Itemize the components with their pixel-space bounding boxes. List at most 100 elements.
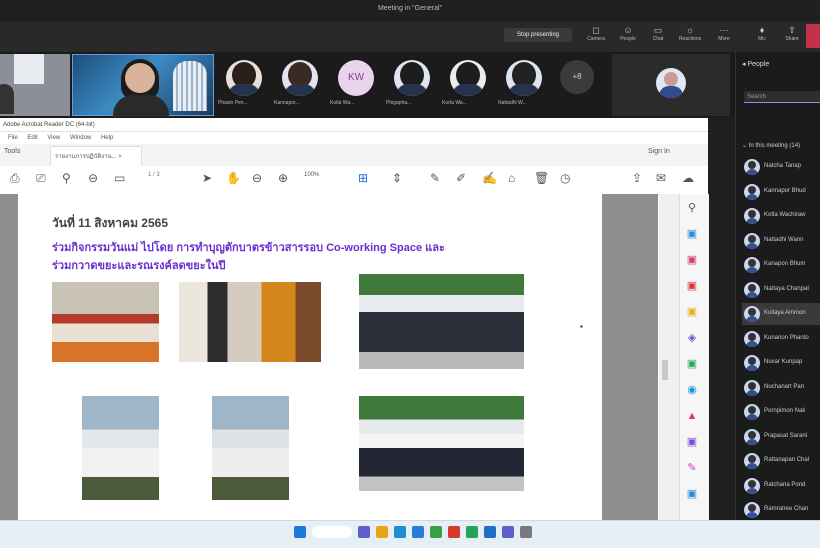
export-pdf-icon[interactable]: ▣	[684, 226, 700, 242]
zoom-out-icon[interactable]: ⊖	[88, 170, 98, 186]
people-list-item[interactable]: Nattadhi Wann	[742, 230, 820, 252]
menu-edit[interactable]: Edit	[27, 135, 37, 141]
people-list-item[interactable]: Prapasat Sarani	[742, 426, 820, 448]
video-tile-presenter[interactable]	[72, 54, 214, 117]
document-caption-line1: ร่วมกิจกรรมวันแม่ ไปโดย การทำบุญตักบาตรข…	[52, 242, 445, 254]
teams-icon[interactable]	[358, 526, 370, 538]
participant-tile[interactable]: Nattadhi W...	[498, 56, 550, 114]
people-list-item[interactable]: Ratchana Pond	[742, 475, 820, 497]
taskbar-search[interactable]	[312, 526, 352, 538]
email-icon[interactable]: ✉	[656, 170, 666, 186]
vertical-scrollbar[interactable]	[659, 194, 679, 520]
fill-tool-icon[interactable]: ✎	[684, 460, 700, 476]
zoom-minus-icon[interactable]: ⊖	[252, 170, 262, 186]
people-button[interactable]: ☺ People	[614, 24, 642, 50]
avatar-shoulders	[746, 414, 758, 420]
zoom-plus-icon[interactable]: ⊕	[278, 170, 288, 186]
people-list-item[interactable]: Rattanapan Chal	[742, 450, 820, 472]
self-view-tile[interactable]	[612, 54, 730, 116]
highlight-icon[interactable]: ✐	[456, 170, 466, 186]
participant-tile[interactable]: Phasin Pen...	[218, 56, 270, 114]
people-list-item[interactable]: Nattaya Chanpat	[742, 279, 820, 301]
more-participants-button[interactable]: +8	[560, 60, 594, 94]
avatar	[744, 159, 760, 175]
people-list-item[interactable]: Nuchanart Pan	[742, 377, 820, 399]
menu-view[interactable]: View	[47, 135, 60, 141]
more-tools-icon[interactable]: ▣	[684, 486, 700, 502]
sound-icon[interactable]: ◷	[560, 170, 570, 186]
people-list-item[interactable]: Kotla Wachiraw	[742, 205, 820, 227]
photo-group-assembly	[359, 396, 524, 491]
people-list-item[interactable]: Pornpimon Nak	[742, 401, 820, 423]
people-list-item[interactable]: Ramratree Chan	[742, 499, 820, 521]
people-list-item[interactable]: Nuvar Kunpap	[742, 352, 820, 374]
people-list-item[interactable]: Natcha Tanap	[742, 156, 820, 178]
edit-pdf-icon[interactable]: ▣	[684, 278, 700, 294]
participant-tile[interactable]: Phigapha...	[386, 56, 438, 114]
acrobat-icon[interactable]	[448, 526, 460, 538]
camera-button[interactable]: ◻ Camera	[582, 24, 610, 50]
store-icon[interactable]	[412, 526, 424, 538]
chat-button[interactable]: ▭ Chat	[644, 24, 672, 50]
page-icon[interactable]: ▭	[114, 170, 125, 186]
participant-tile[interactable]: Kannapor...	[274, 56, 326, 114]
comment-icon[interactable]: ✎	[430, 170, 440, 186]
people-list-item[interactable]: Kannapor Bhud	[742, 181, 820, 203]
reactions-button[interactable]: ☼ Reactions	[676, 24, 704, 50]
self-avatar	[656, 68, 686, 98]
redact-icon[interactable]: ▲	[684, 408, 700, 424]
menu-help[interactable]: Help	[101, 135, 113, 141]
compress-icon[interactable]: ◉	[684, 382, 700, 398]
fit-page-icon[interactable]: ⊞	[358, 170, 368, 186]
people-search-input[interactable]: Search	[744, 91, 820, 103]
fill-sign-icon[interactable]: ✍	[482, 170, 497, 186]
mic-button[interactable]: ♦ Mic	[748, 24, 776, 50]
stop-presenting-button[interactable]: Stop presenting	[504, 28, 572, 42]
people-list-item[interactable]: Kunanon Phanto	[742, 328, 820, 350]
share-doc-icon[interactable]: ⇪	[632, 170, 642, 186]
word-icon[interactable]	[484, 526, 496, 538]
comment-tool-icon[interactable]: ▣	[684, 304, 700, 320]
avatar-head	[748, 308, 756, 316]
reactions-label: Reactions	[678, 36, 702, 42]
hand-icon[interactable]: ✋	[226, 170, 241, 186]
stamp-icon[interactable]: ⌂	[508, 170, 515, 186]
line-icon[interactable]	[466, 526, 478, 538]
share-button[interactable]: ⇧ Share	[778, 24, 806, 50]
scroll-mode-icon[interactable]: ⇕	[392, 170, 402, 186]
people-list-item[interactable]: Kullaya Ammon	[742, 303, 820, 325]
participant-tile[interactable]: KW Kotla Wa...	[330, 56, 382, 114]
menu-window[interactable]: Window	[70, 135, 91, 141]
start-icon[interactable]	[294, 526, 306, 538]
teams-active-icon[interactable]	[502, 526, 514, 538]
page-indicator[interactable]: 1 / 3	[148, 172, 160, 178]
settings-icon[interactable]	[520, 526, 532, 538]
scrollbar-thumb[interactable]	[662, 360, 668, 380]
menu-file[interactable]: File	[8, 135, 18, 141]
zoom-select[interactable]: 100%	[304, 172, 319, 178]
cloud-icon[interactable]: ☁	[682, 170, 694, 186]
tab-document[interactable]: รายงานการปฏิบัติงาน... ×	[50, 146, 142, 166]
save-icon[interactable]: ⎙	[10, 170, 20, 186]
leave-button[interactable]	[806, 24, 820, 48]
participant-tile[interactable]: Korta Wa...	[442, 56, 494, 114]
delete-icon[interactable]: 🗑	[534, 170, 549, 186]
people-section-label[interactable]: ⌄ In this meeting (14)	[742, 142, 800, 149]
more-button[interactable]: ⋯ More	[710, 24, 738, 50]
video-tile-room[interactable]	[0, 54, 70, 116]
edge-icon[interactable]	[394, 526, 406, 538]
file-explorer-icon[interactable]	[376, 526, 388, 538]
tab-tools[interactable]: Tools	[4, 148, 20, 155]
protect-icon[interactable]: ▣	[684, 434, 700, 450]
cursor-select-icon[interactable]: ➤	[202, 170, 212, 186]
search-icon[interactable]: ⚲	[684, 200, 700, 216]
print-icon[interactable]: ⎚	[36, 170, 46, 186]
search-icon[interactable]: ⚲	[62, 170, 71, 186]
create-pdf-icon[interactable]: ▣	[684, 252, 700, 268]
organize-icon[interactable]: ▣	[684, 356, 700, 372]
chrome-icon[interactable]	[430, 526, 442, 538]
sign-in-link[interactable]: Sign In	[648, 148, 670, 155]
combine-icon[interactable]: ◈	[684, 330, 700, 346]
avatar	[282, 60, 318, 96]
people-list-item[interactable]: Kanapon Bhum	[742, 254, 820, 276]
